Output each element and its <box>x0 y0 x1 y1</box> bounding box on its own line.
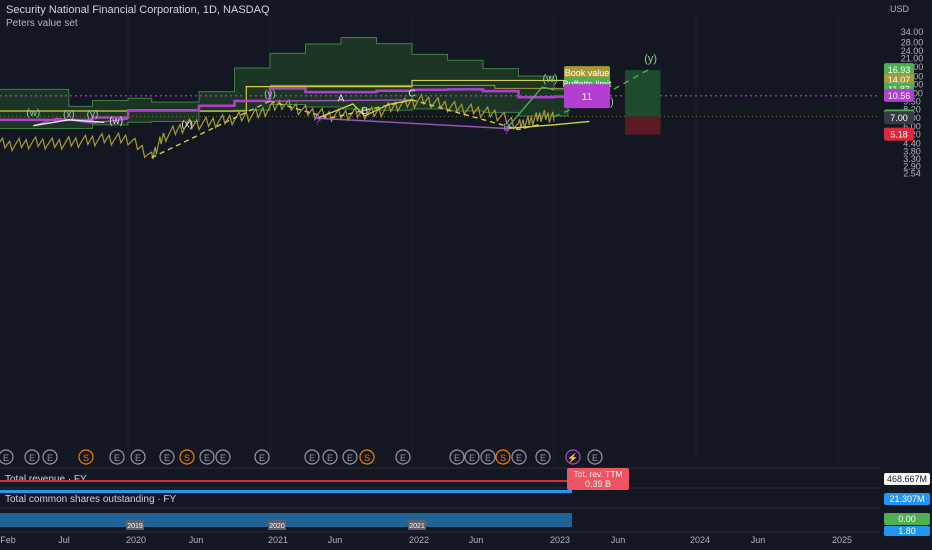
earnings-marker-label: S <box>83 453 89 463</box>
peters-value-callout: 11 <box>564 84 610 109</box>
earnings-marker-label: E <box>309 453 315 463</box>
year-marker-label: 2019 <box>127 523 143 530</box>
callout-value: 11 <box>582 92 593 103</box>
x-tick-label: Jun <box>328 535 343 545</box>
wave-label: (y) <box>264 89 276 100</box>
earnings-marker-label: E <box>259 453 265 463</box>
panel-tag-label: 468.667M <box>887 474 927 484</box>
earnings-marker-label: E <box>135 453 141 463</box>
earnings-marker-label: E <box>327 453 333 463</box>
revenue-popup: Tot. rev. TTM0.39 B <box>567 468 629 490</box>
currency-label: USD <box>890 4 910 14</box>
earnings-marker-label: E <box>29 453 35 463</box>
callout-label: Book value <box>565 68 610 78</box>
x-tick-label: Jun <box>469 535 484 545</box>
x-tick-label: 2022 <box>409 535 429 545</box>
price-axis: USD34.0028.0024.0021.0018.0015.0013.0011… <box>880 0 932 550</box>
revenue-popup-title: Tot. rev. TTM <box>573 469 622 479</box>
wave-label: B <box>361 106 368 117</box>
earnings-marker-label: E <box>400 453 406 463</box>
panel-tag-label: 21.307M <box>889 494 924 504</box>
y-tick-label: 2.54 <box>903 168 921 178</box>
x-tick-label: 2023 <box>550 535 570 545</box>
shares-line <box>0 490 572 493</box>
x-tick-label: 2020 <box>126 535 146 545</box>
x-tick-label: 2025 <box>832 535 852 545</box>
earnings-marker-label: E <box>164 453 170 463</box>
x-tick-label: 2021 <box>268 535 288 545</box>
x-tick-label: 2024 <box>690 535 710 545</box>
year-marker-label: 2021 <box>409 523 425 530</box>
symbol-title: Security National Financial Corporation,… <box>6 4 270 16</box>
panel-tag-label: 0.00 <box>898 514 916 524</box>
long-position-stop-zone <box>625 116 661 135</box>
price-tag-label: 10.56 <box>888 91 911 101</box>
earnings-marker-label: E <box>220 453 226 463</box>
price-chart[interactable]: (w)(x)(y)(w)(x)(y)ABCAB??(w)(x)(y)Book v… <box>0 0 932 550</box>
indicator-name: Peters value set <box>6 18 78 29</box>
wave-label: C <box>408 89 415 100</box>
chart-header: Security National Financial Corporation,… <box>6 3 270 31</box>
panel-tag-secondary-label: 1.80 <box>898 526 916 536</box>
wave-label: (y) <box>87 109 99 120</box>
earnings-marker-label: S <box>184 453 190 463</box>
earnings-marker-label: E <box>516 453 522 463</box>
wave-label: (x) <box>181 120 193 131</box>
wave-label: (w) <box>26 108 40 119</box>
price-tag-label: 7.00 <box>890 113 908 123</box>
earnings-marker-label: ⚡ <box>567 452 578 464</box>
y-tick-label: 34.00 <box>901 27 924 37</box>
forecast-label: (w) <box>543 73 558 85</box>
wave-label: (w) <box>109 116 123 127</box>
earnings-marker-label: E <box>114 453 120 463</box>
year-marker-label: 2020 <box>269 523 285 530</box>
wave-label: ? <box>504 126 510 137</box>
earnings-marker-label: E <box>454 453 460 463</box>
earnings-marker-label: E <box>540 453 546 463</box>
x-tick-label: Jun <box>189 535 204 545</box>
earnings-marker-label: E <box>47 453 53 463</box>
earnings-marker-label: E <box>485 453 491 463</box>
earnings-marker-label: E <box>347 453 353 463</box>
earnings-marker-label: E <box>592 453 598 463</box>
x-tick-label: Jul <box>58 535 70 545</box>
long-position-target-zone <box>625 70 661 117</box>
x-tick-label: Jun <box>611 535 626 545</box>
earnings-marker-label: E <box>204 453 210 463</box>
earnings-marker-label: S <box>364 453 370 463</box>
revenue-popup-value: 0.39 B <box>585 479 611 489</box>
earnings-marker-label: E <box>3 453 9 463</box>
panel-label: Total common shares outstanding · FY <box>5 494 177 505</box>
wave-label: ? <box>315 117 321 128</box>
earnings-marker-label: S <box>500 453 506 463</box>
forecast-label: (y) <box>644 53 657 65</box>
price-tag-label: 5.18 <box>890 130 908 140</box>
wave-label: A <box>338 94 345 105</box>
wave-label: (x) <box>63 109 75 120</box>
panel-label: Total revenue · FY <box>5 474 87 485</box>
x-tick-label: Feb <box>0 535 16 545</box>
x-tick-label: Jun <box>751 535 766 545</box>
earnings-marker-label: E <box>469 453 475 463</box>
